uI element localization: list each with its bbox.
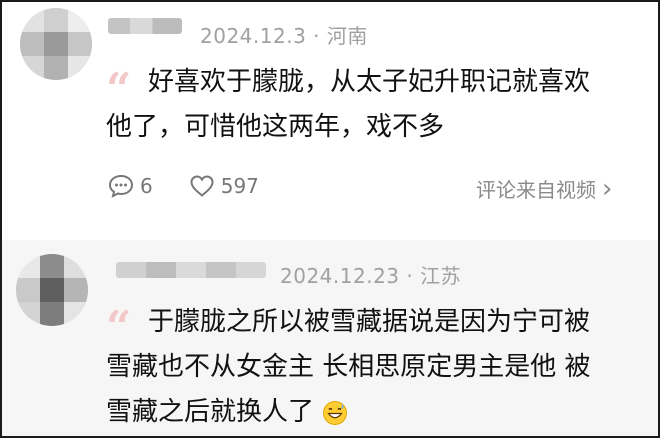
comment-text-line-with-emoji: 雪藏之后就换人了 [106, 390, 591, 435]
meta-separator: · [313, 24, 321, 48]
like-count: 597 [220, 174, 259, 198]
reply-count: 6 [140, 174, 153, 198]
heart-icon [190, 175, 214, 197]
video-source-link[interactable]: 评论来自视频 › [476, 174, 612, 203]
username-blurred[interactable] [116, 262, 266, 278]
like-button[interactable]: 597 [189, 174, 259, 198]
comment-meta: 2024.12.3 · 河南 [200, 20, 368, 49]
comment-actions: 6 597 [108, 174, 295, 198]
comment-text-line: 于朦胧之所以被雪藏据说是因为宁可被 [148, 307, 591, 337]
quote-mark-icon: “ [106, 302, 132, 353]
comment-text-line: 好喜欢于朦胧，从太子妃升职记就喜欢 [148, 67, 591, 97]
comment-date: 2024.12.23 [280, 264, 400, 288]
comment-text-line: 雪藏也不从女金主 长相思原定男主是他 被 [106, 352, 591, 382]
comment-date: 2024.12.3 [200, 24, 307, 48]
screenshot-frame: 2024.12.3 · 河南 “ 好喜欢于朦胧，从太子妃升职记就喜欢 他了，可惜… [0, 0, 660, 438]
comment-location: 江苏 [420, 264, 462, 288]
avatar[interactable] [16, 254, 88, 326]
comment-card: 2024.12.3 · 河南 “ 好喜欢于朦胧，从太子妃升职记就喜欢 他了，可惜… [2, 2, 658, 240]
comment-text: 好喜欢于朦胧，从太子妃升职记就喜欢 他了，可惜他这两年，戏不多 [106, 60, 591, 150]
comment-text: 于朦胧之所以被雪藏据说是因为宁可被 雪藏也不从女金主 长相思原定男主是他 被 雪… [106, 300, 591, 435]
comment-text-line: 他了，可惜他这两年，戏不多 [106, 112, 445, 142]
comment-card: 2024.12.23 · 江苏 “ 于朦胧之所以被雪藏据说是因为宁可被 雪藏也不… [2, 240, 658, 436]
meta-separator: · [406, 264, 414, 288]
source-label: 评论来自视频 [476, 178, 596, 202]
comment-meta: 2024.12.23 · 江苏 [280, 260, 461, 289]
reply-button[interactable]: 6 [108, 174, 153, 198]
grinning-sweat-emoji-icon [323, 400, 348, 425]
chevron-right-icon: › [602, 173, 613, 204]
avatar[interactable] [20, 8, 92, 80]
username-blurred[interactable] [108, 18, 182, 34]
comment-bubble-icon [108, 174, 134, 198]
comment-location: 河南 [326, 24, 368, 48]
comment-text-line: 雪藏之后就换人了 [106, 397, 315, 427]
